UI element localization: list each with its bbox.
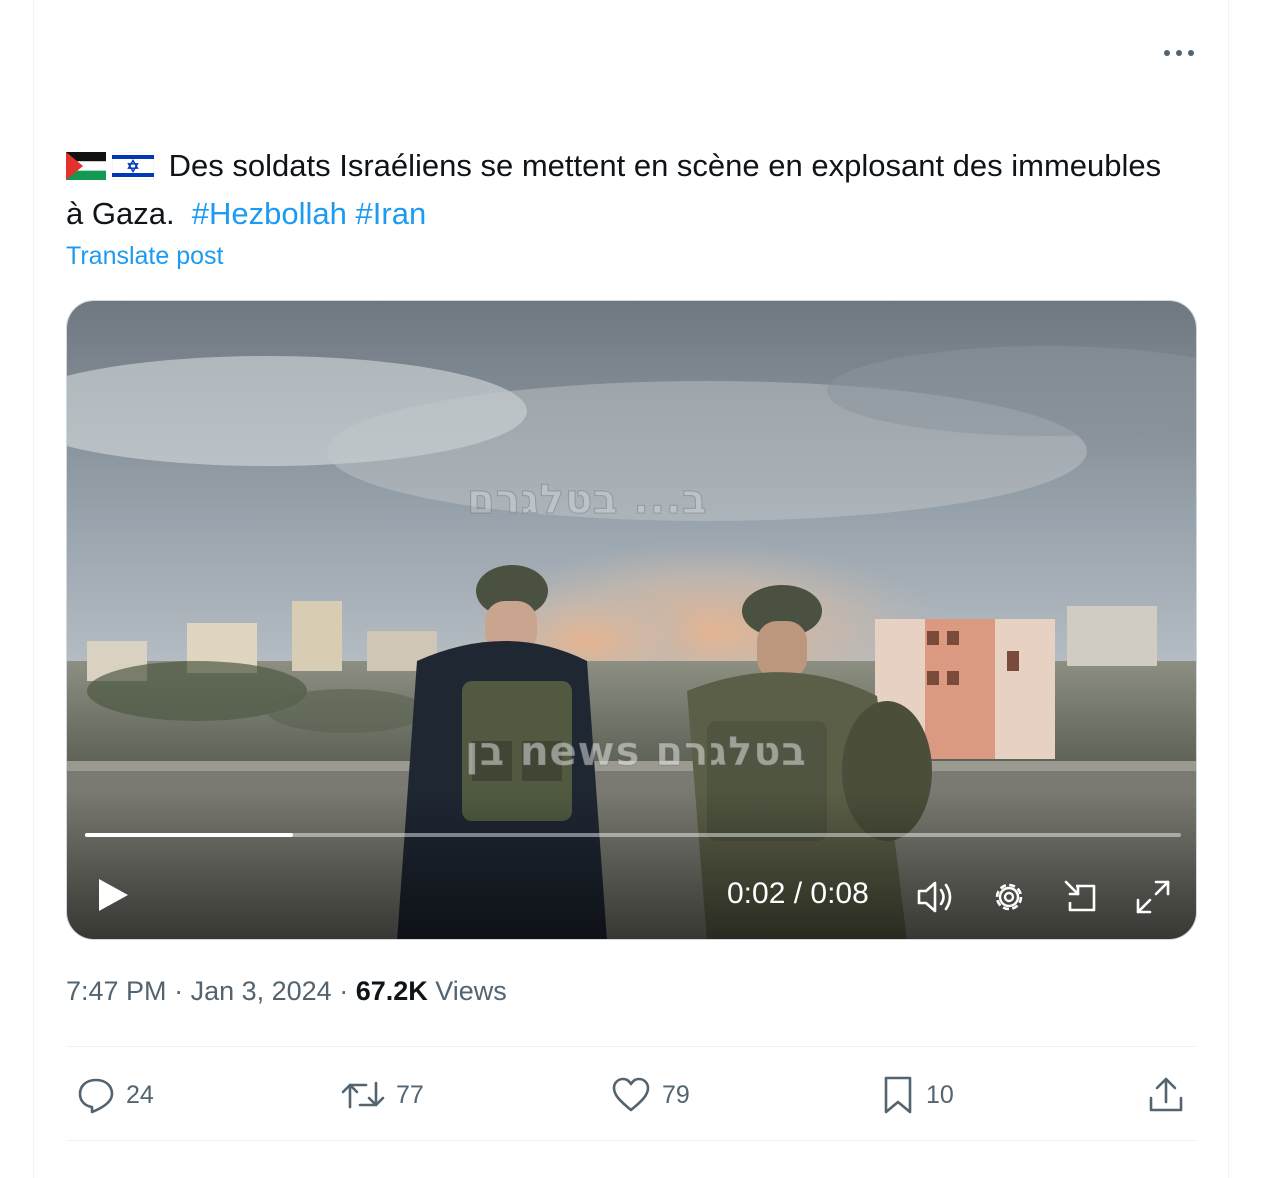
views-label: Views xyxy=(435,976,507,1006)
like-count: 79 xyxy=(662,1080,690,1109)
video-progress-bar[interactable] xyxy=(85,833,1181,837)
play-icon xyxy=(99,879,128,911)
views-count: 67.2K xyxy=(355,976,428,1006)
heart-icon xyxy=(612,1077,650,1112)
post-text: Des soldats Israéliens se mettent en scè… xyxy=(66,142,1186,238)
post-date[interactable]: Jan 3, 2024 xyxy=(191,976,332,1006)
reply-count: 24 xyxy=(126,1080,154,1109)
repost-button[interactable]: 77 xyxy=(340,1072,424,1118)
share-button[interactable] xyxy=(1146,1072,1186,1118)
video-watermark-top: ב... בטלגרם xyxy=(466,477,708,524)
divider-top xyxy=(66,1046,1197,1047)
repost-count: 77 xyxy=(396,1080,424,1109)
picture-in-picture-button[interactable] xyxy=(1059,875,1103,919)
meta-separator: · xyxy=(166,976,191,1006)
volume-button[interactable] xyxy=(913,875,957,919)
video-player[interactable]: ב... בטלגרם בן news בטלגרם 0:02 / 0:08 xyxy=(66,300,1197,940)
meta-separator: · xyxy=(331,976,356,1006)
post-time[interactable]: 7:47 PM xyxy=(66,976,167,1006)
israel-flag-icon xyxy=(112,152,154,180)
video-time: 0:02 / 0:08 xyxy=(727,877,869,911)
expand-icon xyxy=(1136,880,1170,914)
hashtag-iran[interactable]: #Iran xyxy=(356,196,427,231)
video-progress-fill xyxy=(85,833,294,837)
more-dots-icon xyxy=(1164,50,1194,56)
video-duration: 0:08 xyxy=(810,877,869,910)
repost-icon xyxy=(341,1081,385,1109)
hashtag-hezbollah[interactable]: #Hezbollah xyxy=(192,196,347,231)
bookmark-button[interactable]: 10 xyxy=(880,1072,954,1118)
post-meta: 7:47 PM · Jan 3, 2024 · 67.2K Views xyxy=(66,976,507,1007)
pip-icon xyxy=(1064,880,1096,912)
bookmark-count: 10 xyxy=(926,1080,954,1109)
settings-button[interactable] xyxy=(987,875,1031,919)
bookmark-icon xyxy=(884,1076,912,1114)
play-button[interactable] xyxy=(91,873,135,917)
divider-bottom xyxy=(66,1140,1197,1141)
video-time-separator: / xyxy=(785,877,811,910)
like-button[interactable]: 79 xyxy=(610,1072,690,1118)
speaker-icon xyxy=(917,881,952,913)
gear-icon xyxy=(995,883,1023,911)
video-watermark-bottom: בן news בטלגרם xyxy=(465,729,807,776)
translate-post-link[interactable]: Translate post xyxy=(66,242,223,271)
reply-icon xyxy=(78,1078,114,1114)
video-current-time: 0:02 xyxy=(727,877,786,910)
more-options-button[interactable] xyxy=(1158,38,1200,68)
reply-button[interactable]: 24 xyxy=(76,1072,154,1118)
palestine-flag-icon xyxy=(66,152,106,180)
fullscreen-button[interactable] xyxy=(1131,875,1175,919)
share-icon xyxy=(1149,1077,1183,1112)
